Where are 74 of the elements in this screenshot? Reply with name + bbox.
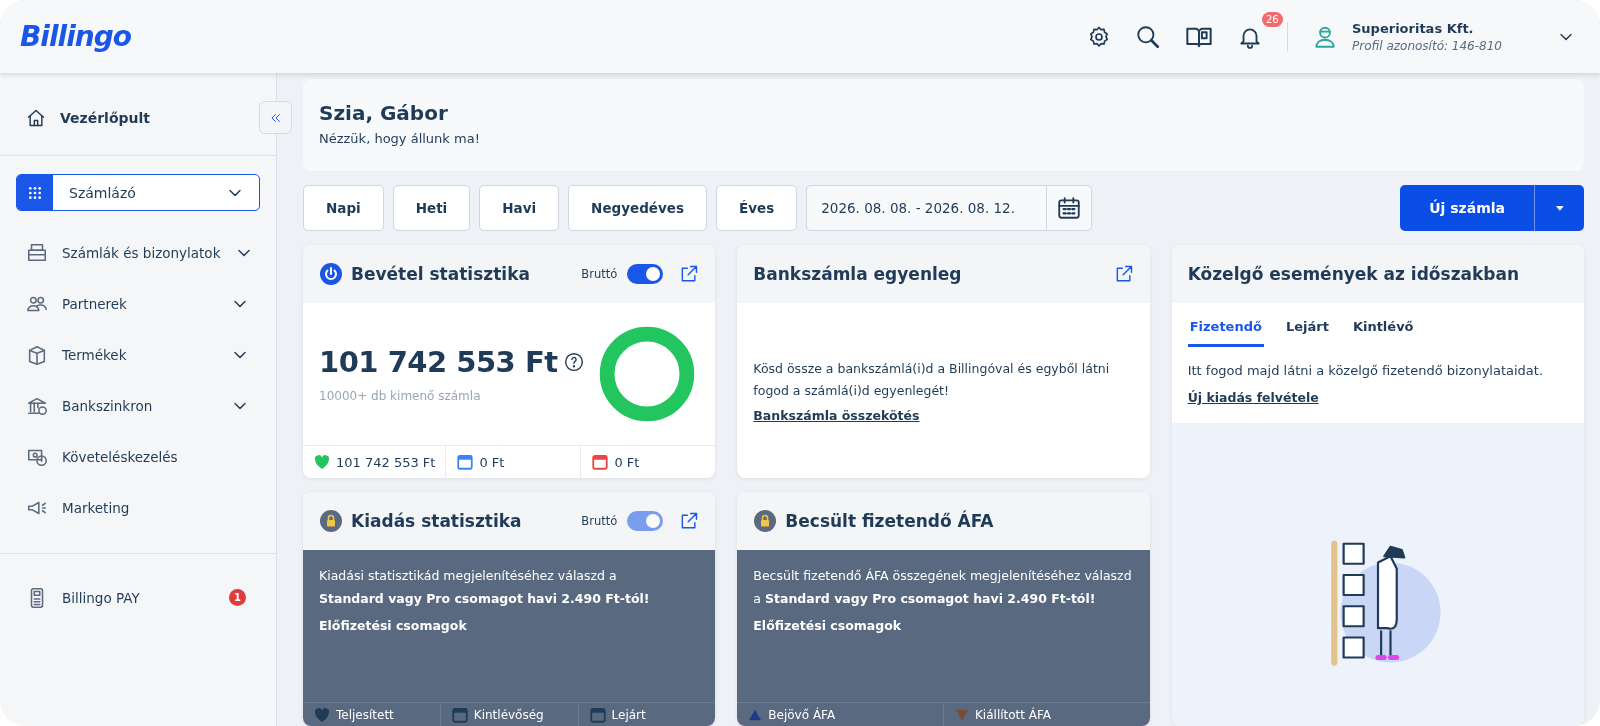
toggle-label: Bruttó — [581, 267, 618, 281]
nav-label: Partnerek — [62, 295, 128, 312]
power-icon — [319, 262, 343, 286]
module-name: Számlázó — [68, 184, 137, 201]
period-button[interactable]: Havi — [479, 185, 560, 231]
company-name: Superioritas Kft. — [1352, 20, 1475, 36]
caption: 10000+ db kimenő számla — [319, 389, 482, 403]
box-icon — [26, 343, 48, 366]
info-text: Kösd össze a bankszámlá(i)d a Billingóval és egyből látni fogod a számlá(i)d egyenlegét! — [753, 360, 1111, 400]
stat-value: Kiállított ÁFA — [975, 707, 1052, 722]
stat-value: Kintlévőség — [473, 707, 544, 722]
new-invoice-button[interactable]: Új számla — [1400, 185, 1534, 231]
lock-icon — [319, 509, 343, 533]
stat-value: Teljesített — [336, 707, 394, 722]
stat-value: 0 Ft — [479, 454, 505, 470]
plans-link[interactable]: Előfizetési csomagok — [319, 618, 700, 634]
stat-value: 101 742 553 Ft — [336, 454, 436, 470]
stat-value: Bejövő ÁFA — [768, 707, 836, 722]
card-title: Közelgő események az időszakban — [1187, 264, 1520, 284]
nav-label: Termékek — [62, 346, 128, 363]
nav-item[interactable]: Számlák és bizonylatok — [0, 227, 276, 278]
search-icon[interactable] — [1135, 23, 1161, 50]
nav-label: Számlák és bizonylatok — [62, 244, 221, 261]
plans-link[interactable]: Előfizetési csomagok — [753, 618, 1134, 634]
period-button[interactable]: Heti — [392, 185, 471, 231]
nav-label: Marketing — [62, 499, 131, 516]
grid-icon — [27, 184, 43, 201]
lock-icon — [753, 509, 778, 533]
card-title: Bevétel statisztika — [351, 264, 530, 284]
nav-item[interactable]: Követeléskezelés — [0, 431, 276, 482]
toggle-switch[interactable] — [627, 264, 664, 284]
help-icon[interactable] — [563, 352, 584, 372]
connect-link[interactable]: Bankszámla összekötés — [753, 407, 1134, 423]
stat-value: 0 Ft — [614, 454, 640, 470]
greeting-subtitle: Nézzük, hogy állunk ma! — [319, 131, 481, 146]
profile-id: Profil azonosító: 146-810 — [1352, 38, 1503, 53]
tab[interactable]: Kintlévő — [1350, 313, 1416, 347]
calendar-button[interactable] — [1046, 185, 1093, 231]
date-range-field[interactable]: 2026. 08. 08. - 2026. 08. 12. — [806, 185, 1047, 231]
stat-value: Lejárt — [611, 707, 646, 722]
home-icon[interactable] — [26, 108, 46, 128]
nav-label: Követeléskezelés — [62, 448, 179, 465]
count-badge: 1 — [229, 589, 246, 606]
period-button[interactable]: Napi — [303, 185, 384, 231]
external-link-icon[interactable] — [679, 511, 700, 531]
upgrade-text: Kiadási statisztikád megjelenítéséhez válaszd a Standard vagy Pro csomagot havi 2.490 Ft-tól! — [319, 567, 651, 609]
tab[interactable]: Lejárt — [1283, 313, 1331, 347]
amount: 101 742 553 Ft — [319, 345, 558, 379]
calendar-icon — [1056, 195, 1083, 221]
nav-label: Billingo PAY — [62, 589, 141, 606]
toggle-label: Bruttó — [581, 514, 618, 528]
logo[interactable]: Billingo — [20, 20, 131, 53]
greeting-title: Szia, Gábor — [319, 101, 449, 125]
card-title: Becsült fizetendő ÁFA — [785, 511, 994, 531]
external-link-icon[interactable] — [679, 264, 700, 284]
card-title: Kiadás statisztika — [351, 511, 522, 531]
tab[interactable]: Fizetendő — [1187, 313, 1264, 347]
nav-label: Bankszinkron — [62, 397, 154, 414]
period-button[interactable]: Negyedéves — [568, 185, 707, 231]
nav-item[interactable]: Marketing — [0, 482, 276, 533]
period-button[interactable]: Éves — [716, 185, 798, 231]
nav-item[interactable]: Termékek — [0, 329, 276, 380]
new-expense-link[interactable]: Új kiadás felvétele — [1187, 390, 1568, 405]
notification-badge: 26 — [1262, 11, 1283, 27]
nav-item[interactable]: Partnerek — [0, 278, 276, 329]
dashboard-link[interactable]: Vezérlőpult — [60, 110, 150, 126]
card-title: Bankszámla egyenleg — [753, 264, 962, 284]
invoice-stack-icon — [26, 241, 48, 264]
settings-icon[interactable] — [1087, 24, 1111, 49]
nav-item[interactable]: Bankszinkron — [0, 380, 276, 431]
info-text: Itt fogod majd látni a közelgő fizetendő bizonylataidat. — [1187, 363, 1545, 378]
module-select[interactable]: Számlázó — [16, 174, 260, 211]
upgrade-text: Becsült fizetendő ÁFA összegének megjelenítéséhez válaszd a Standard vagy Pro csomagot havi 2.490 Ft-tól! — [753, 567, 1133, 609]
nav-item[interactable]: Billingo PAY 1 — [0, 572, 276, 623]
